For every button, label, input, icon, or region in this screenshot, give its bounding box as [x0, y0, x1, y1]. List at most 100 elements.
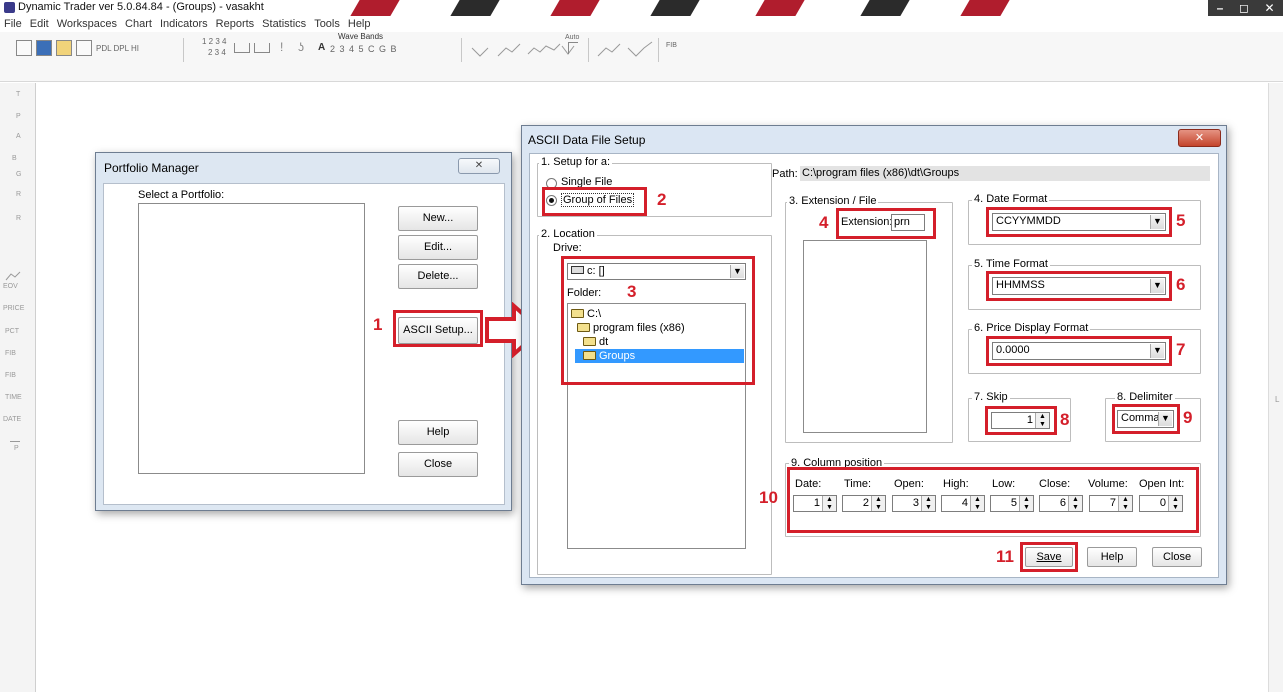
app-close-button[interactable]: ✕: [1256, 0, 1283, 16]
menu-reports[interactable]: Reports: [212, 16, 259, 32]
ascii-close-x-button[interactable]: ✕: [1178, 129, 1221, 147]
cycle-tool-icon[interactable]: ǃ: [280, 40, 283, 54]
setup-for-label: 1. Setup for a:: [539, 156, 613, 168]
ascii-dialog-body: 1. Setup for a: Single File Group of Fil…: [529, 153, 1219, 578]
spinner-arrows-icon[interactable]: ▲ ▼: [871, 496, 885, 511]
column-high-spinner[interactable]: 4 ▲ ▼: [941, 495, 985, 512]
column-close-spinner[interactable]: 6 ▲ ▼: [1039, 495, 1083, 512]
left-tool-eov[interactable]: EOV: [3, 283, 18, 290]
delete-button[interactable]: Delete...: [398, 264, 478, 289]
left-tool-pct[interactable]: PCT: [5, 328, 19, 335]
right-tool-l[interactable]: L: [1275, 395, 1279, 404]
column-open-spinner[interactable]: 3 ▲ ▼: [892, 495, 936, 512]
ascii-data-file-setup-dialog: ASCII Data File Setup ✕ 1. Setup for a: …: [521, 125, 1227, 585]
highlight-save: [1020, 542, 1078, 572]
toolbar-separator: [588, 38, 589, 62]
left-tool-fib[interactable]: FIB: [5, 350, 16, 357]
left-tool-r[interactable]: R: [16, 191, 21, 198]
eov-icon: [5, 271, 21, 281]
left-tool-time[interactable]: TIME: [5, 394, 22, 401]
annotation-9: 9: [1183, 408, 1193, 427]
file-list[interactable]: [803, 240, 927, 433]
decorative-stripe: [755, 0, 805, 16]
spinner-arrows-icon[interactable]: ▲ ▼: [921, 496, 935, 511]
skip-label: 7. Skip: [972, 391, 1010, 403]
left-tool-b[interactable]: B: [12, 155, 17, 162]
projection-tool-icons[interactable]: [596, 38, 656, 60]
left-tool-r2[interactable]: R: [16, 215, 21, 222]
column-close-value: 6: [1059, 497, 1066, 509]
wave-pattern-icons[interactable]: [470, 38, 580, 60]
auto-label: Auto: [565, 34, 580, 41]
new-button[interactable]: New...: [398, 206, 478, 231]
decorative-stripe: [450, 0, 500, 16]
left-tool-p2[interactable]: P: [14, 445, 19, 452]
bracket-tool-icon[interactable]: [234, 43, 250, 53]
column-high-value: 4: [961, 497, 968, 509]
highlight-extension: [836, 208, 936, 239]
menu-file[interactable]: File: [0, 16, 26, 32]
menu-indicators[interactable]: Indicators: [156, 16, 212, 32]
edit-button[interactable]: Edit...: [398, 235, 478, 260]
spinner-arrows-icon[interactable]: ▲ ▼: [970, 496, 984, 511]
annotation-3: 3: [627, 282, 637, 301]
help-button[interactable]: Help: [398, 420, 478, 445]
toolbar: PDL DPL HI 1 2 3 4 2 3 4 ǃ ʖ A Wave Band…: [0, 32, 1283, 82]
fib-tool[interactable]: FIB: [666, 42, 677, 49]
portfolio-close-x-button[interactable]: ✕: [458, 158, 500, 174]
column-low-value: 5: [1010, 497, 1017, 509]
column-time-spinner[interactable]: 2 ▲ ▼: [842, 495, 886, 512]
spinner-arrows-icon[interactable]: ▲ ▼: [1168, 496, 1182, 511]
left-tool-a[interactable]: A: [16, 133, 21, 140]
spinner-arrows-icon[interactable]: ▲ ▼: [822, 496, 836, 511]
left-tool-g[interactable]: G: [16, 171, 21, 178]
delimiter-label: 8. Delimiter: [1115, 391, 1175, 403]
pdl-dpl-hi-tools[interactable]: PDL DPL HI: [96, 44, 139, 53]
menu-tools[interactable]: Tools: [310, 16, 344, 32]
spinner-arrows-icon[interactable]: ▲ ▼: [1118, 496, 1132, 511]
spinner-arrows-icon[interactable]: ▲ ▼: [1019, 496, 1033, 511]
decorative-stripe: [550, 0, 600, 16]
column-date-value: 1: [813, 497, 820, 509]
folder-icon[interactable]: [56, 40, 72, 56]
arc-tool-icon[interactable]: ʖ: [298, 40, 304, 54]
annotation-4: 4: [819, 213, 829, 232]
double-bracket-tool-icon[interactable]: [254, 43, 270, 53]
maximize-button[interactable]: ◻: [1232, 0, 1256, 16]
column-date-spinner[interactable]: 1 ▲ ▼: [793, 495, 837, 512]
price-format-label: 6. Price Display Format: [972, 322, 1091, 334]
number-tools-top[interactable]: 1 2 3 4: [202, 37, 226, 46]
minimize-button[interactable]: –: [1208, 0, 1232, 16]
ascii-help-button[interactable]: Help: [1087, 547, 1137, 567]
menu-workspaces[interactable]: Workspaces: [53, 16, 121, 32]
auto-tool-icon[interactable]: [568, 42, 578, 54]
column-label-low: Low:: [992, 478, 1016, 490]
left-tool-fib2[interactable]: FIB: [5, 372, 16, 379]
annotation-7: 7: [1176, 340, 1186, 359]
column-low-spinner[interactable]: 5 ▲ ▼: [990, 495, 1034, 512]
close-button[interactable]: Close: [398, 452, 478, 477]
portfolio-list[interactable]: [138, 203, 365, 474]
spinner-arrows-icon[interactable]: ▲ ▼: [1068, 496, 1082, 511]
save-icon[interactable]: [76, 40, 92, 56]
left-tool-price[interactable]: PRICE: [3, 305, 24, 312]
menu-edit[interactable]: Edit: [26, 16, 53, 32]
ascii-close-button[interactable]: Close: [1152, 547, 1202, 567]
open-file-icon[interactable]: [36, 40, 52, 56]
new-chart-icon[interactable]: [16, 40, 32, 56]
left-tool-t[interactable]: T: [16, 91, 20, 98]
menu-chart[interactable]: Chart: [121, 16, 156, 32]
column-volume-spinner[interactable]: 7 ▲ ▼: [1089, 495, 1133, 512]
column-open-int-spinner[interactable]: 0 ▲ ▼: [1139, 495, 1183, 512]
highlight-group-of-files: [542, 187, 647, 216]
left-tool-p[interactable]: P: [16, 113, 21, 120]
column-label-volume: Volume:: [1088, 478, 1128, 490]
menu-help[interactable]: Help: [344, 16, 375, 32]
number-tools-bottom[interactable]: 2 3 4: [208, 48, 226, 57]
annotation-tool[interactable]: A: [318, 42, 325, 53]
annotation-1: 1: [373, 315, 383, 334]
left-tool-date[interactable]: DATE: [3, 416, 21, 423]
wave-bands-tools[interactable]: 2 3 4 5 C G B: [330, 44, 398, 54]
menu-statistics[interactable]: Statistics: [258, 16, 310, 32]
highlight-location: [561, 256, 755, 385]
